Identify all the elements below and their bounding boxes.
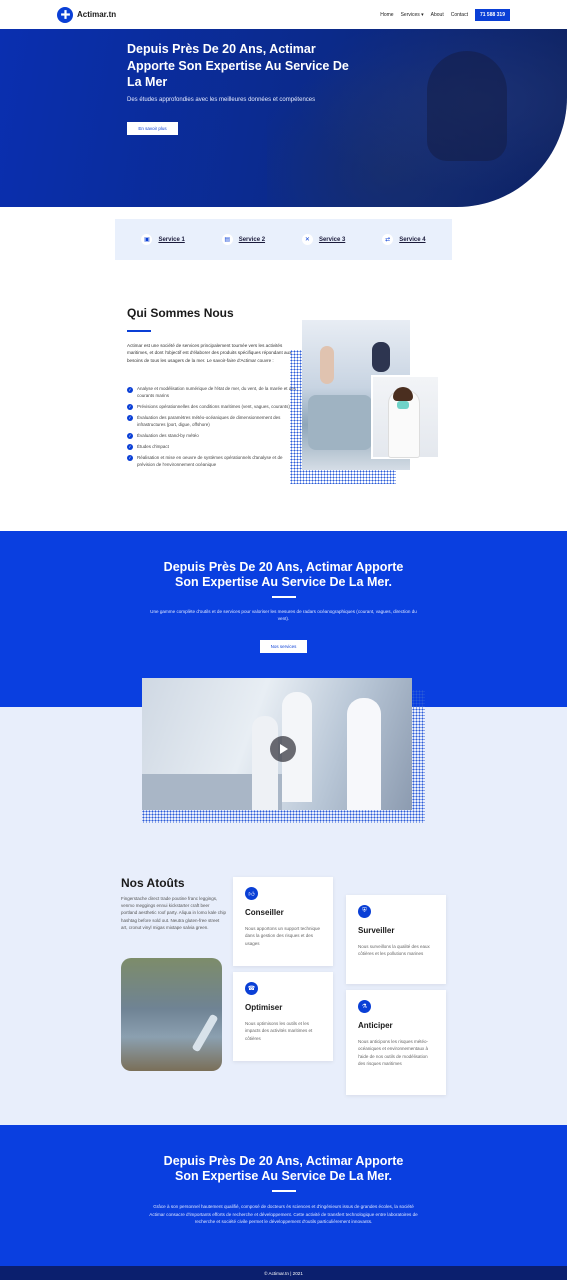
title-divider	[127, 330, 151, 332]
closing-band	[0, 1125, 567, 1266]
band-divider	[272, 1190, 296, 1192]
check-icon: ✓	[127, 455, 133, 462]
list-item: ✓ Analyse et modélisation numérique de l'…	[127, 386, 296, 398]
expertise-list: ✓ Analyse et modélisation numérique de l'…	[127, 386, 297, 473]
service-label[interactable]: Service 4	[399, 237, 425, 243]
service-item-3[interactable]: ✕ Service 3	[301, 234, 345, 245]
nav-home[interactable]: Home	[380, 12, 393, 18]
band-title: Depuis Près De 20 Ans, Actimar Apporte S…	[163, 1154, 404, 1183]
thumbs-up-icon: 👍︎	[245, 887, 258, 900]
card-optimiser: ☎ Optimiser Nous optimisons les outils e…	[233, 972, 333, 1061]
service-item-4[interactable]: ⇄ Service 4	[382, 234, 426, 245]
check-icon: ✓	[127, 444, 133, 451]
card-text: Nous optimisons les outils et les impact…	[245, 1021, 313, 1041]
hero-subtitle: Des études approfondies avec les meilleu…	[127, 97, 316, 103]
flask-icon: ⚗	[358, 1000, 371, 1013]
service-label[interactable]: Service 2	[239, 237, 265, 243]
check-icon: ✓	[127, 404, 133, 411]
card-title: Conseiller	[245, 908, 284, 917]
card-text: Nous surveillons la qualité des eaux côt…	[358, 944, 430, 957]
card-text: Nous apportons un support technique dans…	[245, 926, 321, 946]
about-paragraph: Actimar est une société de services prin…	[127, 343, 292, 363]
nav-about[interactable]: About	[431, 12, 444, 18]
card-anticiper: ⚗ Anticiper Nous anticipons les risques …	[346, 990, 446, 1095]
service-item-2[interactable]: ▤ Service 2	[221, 234, 265, 245]
hero-title: Depuis Près De 20 Ans, Actimar Apporte S…	[127, 42, 349, 89]
band-divider	[272, 596, 296, 598]
lab-technician-photo	[371, 375, 440, 459]
list-item: ✓ Réalisation et mise en oeuvre de systèm…	[127, 454, 283, 467]
site-header: Actimar.tn Home Services ▾ About Contact…	[0, 0, 567, 29]
check-icon: ✓	[127, 415, 133, 422]
nav-contact[interactable]: Contact	[451, 12, 468, 18]
logo[interactable]: Actimar.tn	[57, 6, 117, 23]
card-title: Surveiller	[358, 926, 395, 935]
hospital-icon: ▣	[141, 234, 153, 245]
phone-icon: ☎	[245, 982, 258, 995]
service-item-1[interactable]: ▣ Service 1	[141, 234, 185, 245]
water-sample-photo	[121, 958, 222, 1071]
logo-text: Actimar.tn	[77, 10, 117, 19]
band-text: Une gamme complète d'outils et de servic…	[150, 609, 417, 622]
lab-video[interactable]	[142, 678, 412, 810]
tools-icon: ✕	[301, 234, 313, 245]
main-nav: Home Services ▾ About Contact 71 588 319	[380, 8, 510, 21]
card-title: Optimiser	[245, 1003, 283, 1012]
services-bar: ▣ Service 1 ▤ Service 2 ✕ Service 3 ⇄ Se…	[115, 219, 452, 260]
card-title: Anticiper	[358, 1021, 393, 1030]
list-item: ✓ Études d'impact	[127, 443, 169, 451]
card-text: Nous anticipons les risques météo-océani…	[358, 1039, 429, 1067]
about-title: Qui Sommes Nous	[127, 306, 234, 320]
card-surveiller: ⛨ Surveiller Nous surveillons la qualité…	[346, 895, 446, 984]
check-icon: ✓	[127, 433, 133, 440]
ambulance-icon: ▤	[221, 234, 233, 245]
atouts-text: Fingerstache direct trade poutine franc …	[121, 896, 226, 930]
card-conseiller: 👍︎ Conseiller Nous apportons un support …	[233, 877, 333, 966]
shield-icon: ⛨	[358, 905, 371, 918]
list-item: ✓ Évaluation des paramètres météo-océaniq…	[127, 414, 281, 427]
check-icon: ✓	[127, 386, 133, 393]
band-title: Depuis Près De 20 Ans, Actimar Apporte S…	[163, 560, 404, 589]
list-item: ✓ Évaluation des stand-by météo	[127, 432, 199, 440]
band-text: Grâce à son personnel hautement qualifié…	[149, 1204, 418, 1225]
phone-button[interactable]: 71 588 319	[474, 8, 510, 21]
copyright-text: © Actimar.tn | 2021	[264, 1270, 303, 1276]
cross-logo-icon	[57, 6, 73, 23]
nav-services[interactable]: Services ▾	[401, 12, 424, 18]
service-label[interactable]: Service 3	[319, 237, 345, 243]
our-services-button[interactable]: Nos services	[260, 640, 307, 653]
atouts-title: Nos Atoûts	[121, 876, 185, 890]
list-item: ✓ Prévisions opérationnelles des conditio…	[127, 403, 290, 411]
service-label[interactable]: Service 1	[158, 237, 184, 243]
learn-more-button[interactable]: En savoir plus	[127, 122, 178, 135]
transfer-icon: ⇄	[382, 234, 394, 245]
play-icon[interactable]	[270, 736, 296, 762]
site-footer: © Actimar.tn | 2021	[0, 1266, 567, 1280]
